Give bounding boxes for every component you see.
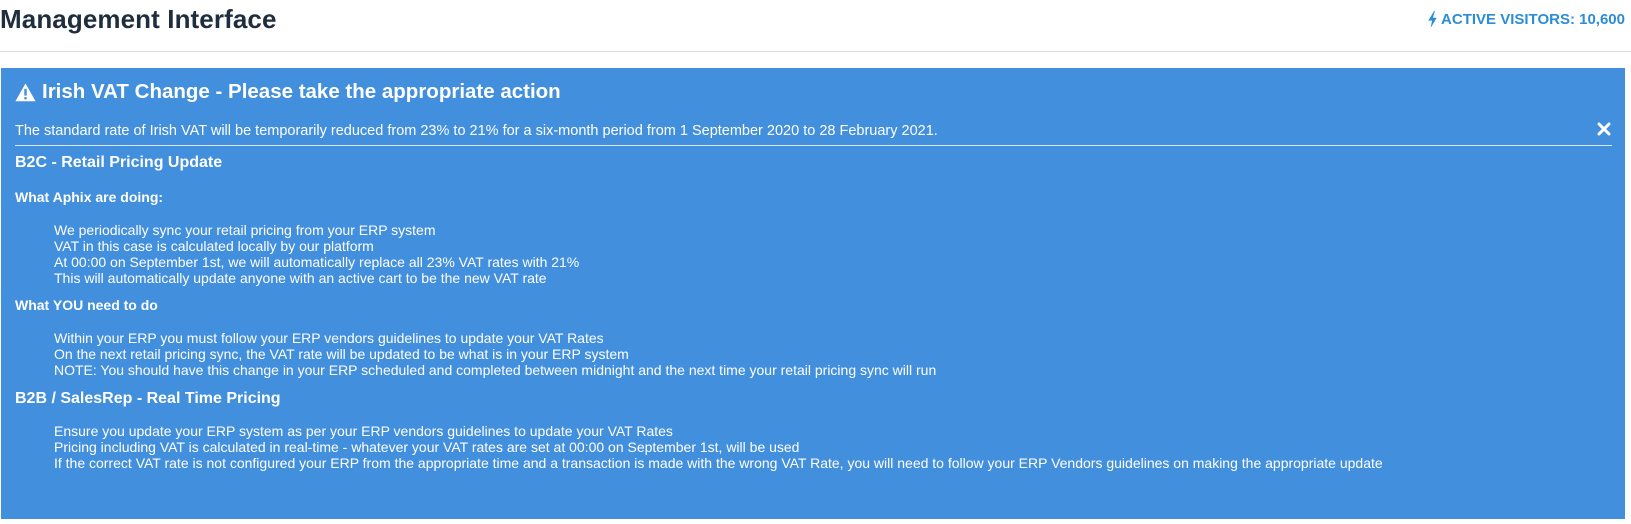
b2b-heading: B2B / SalesRep - Real Time Pricing [15,390,281,407]
list-item: VAT in this case is calculated locally b… [54,238,374,254]
active-visitors-label: ACTIVE VISITORS: 10,600 [1441,11,1625,28]
active-visitors-counter: ACTIVE VISITORS: 10,600 [1427,11,1625,28]
list-item: If the correct VAT rate is not configure… [54,455,1383,471]
close-icon[interactable] [1597,122,1611,136]
alert-title: Irish VAT Change - Please take the appro… [15,80,561,104]
alert-divider [15,145,1612,146]
page-header: Management Interface ACTIVE VISITORS: 10… [0,0,1631,52]
b2b-list: Ensure you update your ERP system as per… [54,423,1383,471]
list-item: This will automatically update anyone wi… [54,270,547,286]
bolt-icon [1427,11,1438,28]
you-need-to-do-list: Within your ERP you must follow your ERP… [54,330,936,378]
list-item: NOTE: You should have this change in you… [54,362,937,378]
alert-intro: The standard rate of Irish VAT will be t… [15,123,938,139]
list-item: Within your ERP you must follow your ERP… [54,330,604,346]
you-need-to-do-heading: What YOU need to do [15,297,158,313]
alert-title-text: Irish VAT Change - Please take the appro… [42,80,561,103]
aphix-doing-heading: What Aphix are doing: [15,189,164,205]
b2c-heading: B2C - Retail Pricing Update [15,154,223,171]
vat-change-alert: Irish VAT Change - Please take the appro… [1,68,1625,519]
list-item: We periodically sync your retail pricing… [54,222,436,238]
list-item: Ensure you update your ERP system as per… [54,423,673,439]
list-item: At 00:00 on September 1st, we will autom… [54,254,580,270]
aphix-doing-list: We periodically sync your retail pricing… [54,222,579,286]
page-title: Management Interface [0,4,277,34]
warning-icon [15,83,36,102]
list-item: On the next retail pricing sync, the VAT… [54,346,629,362]
close-button[interactable] [1597,122,1611,136]
list-item: Pricing including VAT is calculated in r… [54,439,800,455]
